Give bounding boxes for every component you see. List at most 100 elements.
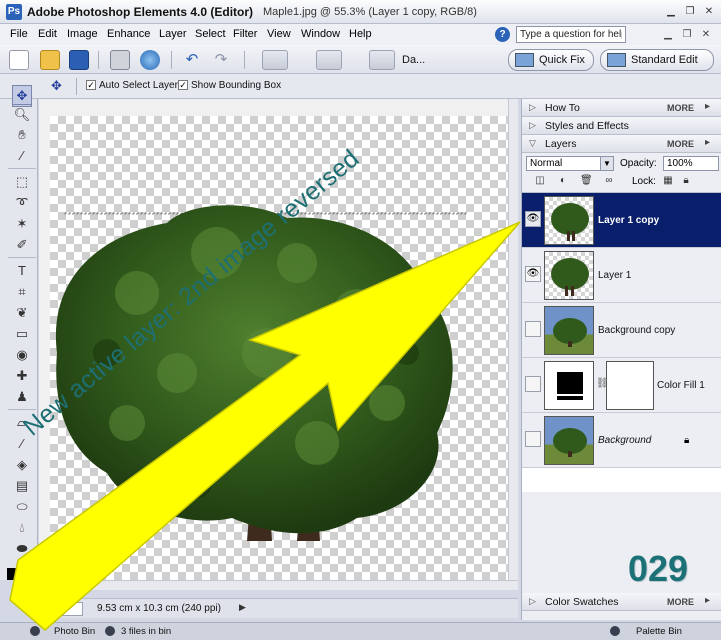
help-question-icon[interactable]: ?: [495, 27, 510, 42]
lasso-tool-icon[interactable]: ➰︎: [12, 193, 32, 213]
status-menu-icon[interactable]: ▶: [239, 602, 246, 613]
photo-bin-back-icon[interactable]: [105, 626, 115, 636]
menu-edit[interactable]: Edit: [38, 28, 57, 40]
menu-filter[interactable]: Filter: [233, 28, 257, 40]
layer-row-layer-1-copy[interactable]: 👁︎ Layer 1 copy: [522, 193, 721, 248]
how-to-more-button[interactable]: MORE: [667, 103, 694, 113]
collapse-triangle-icon: ▷: [529, 596, 536, 606]
print-icon[interactable]: [110, 50, 130, 70]
doc-close-icon[interactable]: ✕: [699, 28, 713, 42]
paint-bucket-tool-icon[interactable]: ◈: [12, 455, 32, 475]
layers-palette-header[interactable]: ▽ Layers MORE ▸: [522, 135, 721, 153]
doc-restore-icon[interactable]: ❐: [680, 28, 694, 42]
menu-select[interactable]: Select: [195, 28, 226, 40]
styles-effects-palette-header[interactable]: ▷ Styles and Effects: [522, 117, 721, 135]
blur-tool-icon[interactable]: 💧︎: [12, 518, 32, 538]
sponge-tool-icon[interactable]: ⬬: [12, 539, 32, 559]
move-tool-preset-icon[interactable]: ✥: [51, 78, 69, 94]
online-services-icon[interactable]: [140, 50, 160, 70]
shape-tool-icon[interactable]: ⬭: [12, 497, 32, 517]
save-icon[interactable]: [69, 50, 89, 70]
crop-tool-icon[interactable]: ⌗: [12, 282, 32, 302]
organize-icon[interactable]: [316, 50, 342, 70]
date-view-icon[interactable]: [369, 50, 395, 70]
menu-help[interactable]: Help: [349, 28, 372, 40]
swatches-more-button[interactable]: MORE: [667, 597, 694, 607]
cookie-cutter-tool-icon[interactable]: ❦: [12, 303, 32, 323]
zoom-field[interactable]: [43, 602, 83, 616]
palette-bin-label[interactable]: Palette Bin: [636, 626, 682, 637]
gradient-tool-icon[interactable]: ▤: [12, 476, 32, 496]
selection-brush-tool-icon[interactable]: ✐: [12, 235, 32, 255]
photo-bin-label[interactable]: Photo Bin: [54, 626, 95, 637]
eyedropper-tool-icon[interactable]: ⁄: [12, 146, 32, 166]
opacity-value: 100%: [667, 158, 693, 169]
new-file-icon[interactable]: [9, 50, 29, 70]
hand-tool-icon[interactable]: ✋︎: [12, 125, 32, 145]
palette-bin-toggle-icon[interactable]: [610, 626, 620, 636]
visibility-toggle[interactable]: [525, 321, 541, 337]
straighten-tool-icon[interactable]: ▭: [12, 324, 32, 344]
horizontal-scrollbar[interactable]: [39, 580, 518, 590]
open-folder-icon[interactable]: [40, 50, 60, 70]
visibility-toggle[interactable]: [525, 376, 541, 392]
lock-all-icon[interactable]: 🔒︎: [680, 175, 692, 187]
date-view-label[interactable]: Da...: [402, 54, 425, 66]
menu-view[interactable]: View: [267, 28, 291, 40]
type-tool-icon[interactable]: T: [12, 261, 32, 281]
adjustment-layer-icon[interactable]: ◐: [557, 175, 569, 187]
zoom-tool-icon[interactable]: 🔍︎: [12, 105, 32, 125]
move-tool-icon[interactable]: ✥: [12, 85, 32, 105]
help-search-input[interactable]: [516, 26, 626, 43]
restore-icon[interactable]: ❐: [682, 4, 698, 19]
layer-row-color-fill-1[interactable]: ⛓︎ Color Fill 1: [522, 358, 721, 413]
red-eye-tool-icon[interactable]: ◉: [12, 345, 32, 365]
more-menu-icon[interactable]: ▸: [705, 137, 710, 148]
layer-row-layer-1[interactable]: 👁︎ Layer 1: [522, 248, 721, 303]
new-layer-icon[interactable]: ◫: [534, 175, 546, 187]
visibility-eye-icon[interactable]: 👁︎: [525, 266, 541, 282]
doc-minimize-icon[interactable]: ▁: [661, 28, 675, 42]
chevron-down-icon[interactable]: ▼: [600, 157, 613, 170]
menu-layer[interactable]: Layer: [159, 28, 187, 40]
quick-fix-button[interactable]: Quick Fix: [508, 49, 594, 71]
standard-edit-button[interactable]: Standard Edit: [600, 49, 714, 71]
browse-files-icon[interactable]: [262, 50, 288, 70]
bounding-box-checkbox[interactable]: ✓: [178, 80, 188, 90]
menu-file[interactable]: File: [10, 28, 28, 40]
lock-transparency-icon[interactable]: ▦: [662, 175, 674, 187]
blend-mode-select[interactable]: Normal ▼: [526, 156, 614, 171]
visibility-toggle[interactable]: [525, 431, 541, 447]
how-to-palette-header[interactable]: ▷ How To MORE ▸: [522, 99, 721, 117]
healing-brush-tool-icon[interactable]: ✚: [12, 366, 32, 386]
minimize-icon[interactable]: ▁: [663, 4, 679, 19]
menu-window[interactable]: Window: [301, 28, 340, 40]
foreground-color-swatch[interactable]: [7, 568, 23, 580]
close-icon[interactable]: ✕: [701, 4, 717, 19]
more-menu-icon[interactable]: ▸: [705, 101, 710, 112]
delete-layer-icon[interactable]: 🗑︎: [580, 175, 593, 187]
color-swatches-palette-header[interactable]: ▷ Color Swatches MORE ▸: [522, 593, 721, 611]
layers-more-button[interactable]: MORE: [667, 139, 694, 149]
link-layers-icon[interactable]: ∞: [603, 175, 615, 187]
opacity-field[interactable]: 100%: [663, 156, 719, 171]
visibility-eye-icon[interactable]: 👁︎: [525, 211, 541, 227]
opacity-label: Opacity:: [620, 158, 657, 169]
layer-row-background[interactable]: Background 🔒︎: [522, 413, 721, 468]
transparent-canvas[interactable]: [50, 116, 510, 580]
eraser-tool-icon[interactable]: ▱: [12, 413, 32, 433]
brush-tool-icon[interactable]: ∕: [12, 434, 32, 454]
menu-image[interactable]: Image: [67, 28, 98, 40]
layer-row-background-copy[interactable]: Background copy: [522, 303, 721, 358]
photo-bin-toggle-icon[interactable]: [30, 626, 40, 636]
marquee-tool-icon[interactable]: ⬚: [12, 172, 32, 192]
menu-enhance[interactable]: Enhance: [107, 28, 150, 40]
vertical-scrollbar[interactable]: [508, 99, 518, 580]
app-title: Adobe Photoshop Elements 4.0 (Editor): [27, 5, 254, 19]
magic-wand-tool-icon[interactable]: ✶: [12, 214, 32, 234]
auto-select-checkbox[interactable]: ✓: [86, 80, 96, 90]
more-menu-icon[interactable]: ▸: [705, 595, 710, 606]
redo-icon[interactable]: ↷: [211, 50, 231, 70]
clone-stamp-tool-icon[interactable]: ♟︎: [12, 387, 32, 407]
undo-icon[interactable]: ↶: [182, 50, 202, 70]
